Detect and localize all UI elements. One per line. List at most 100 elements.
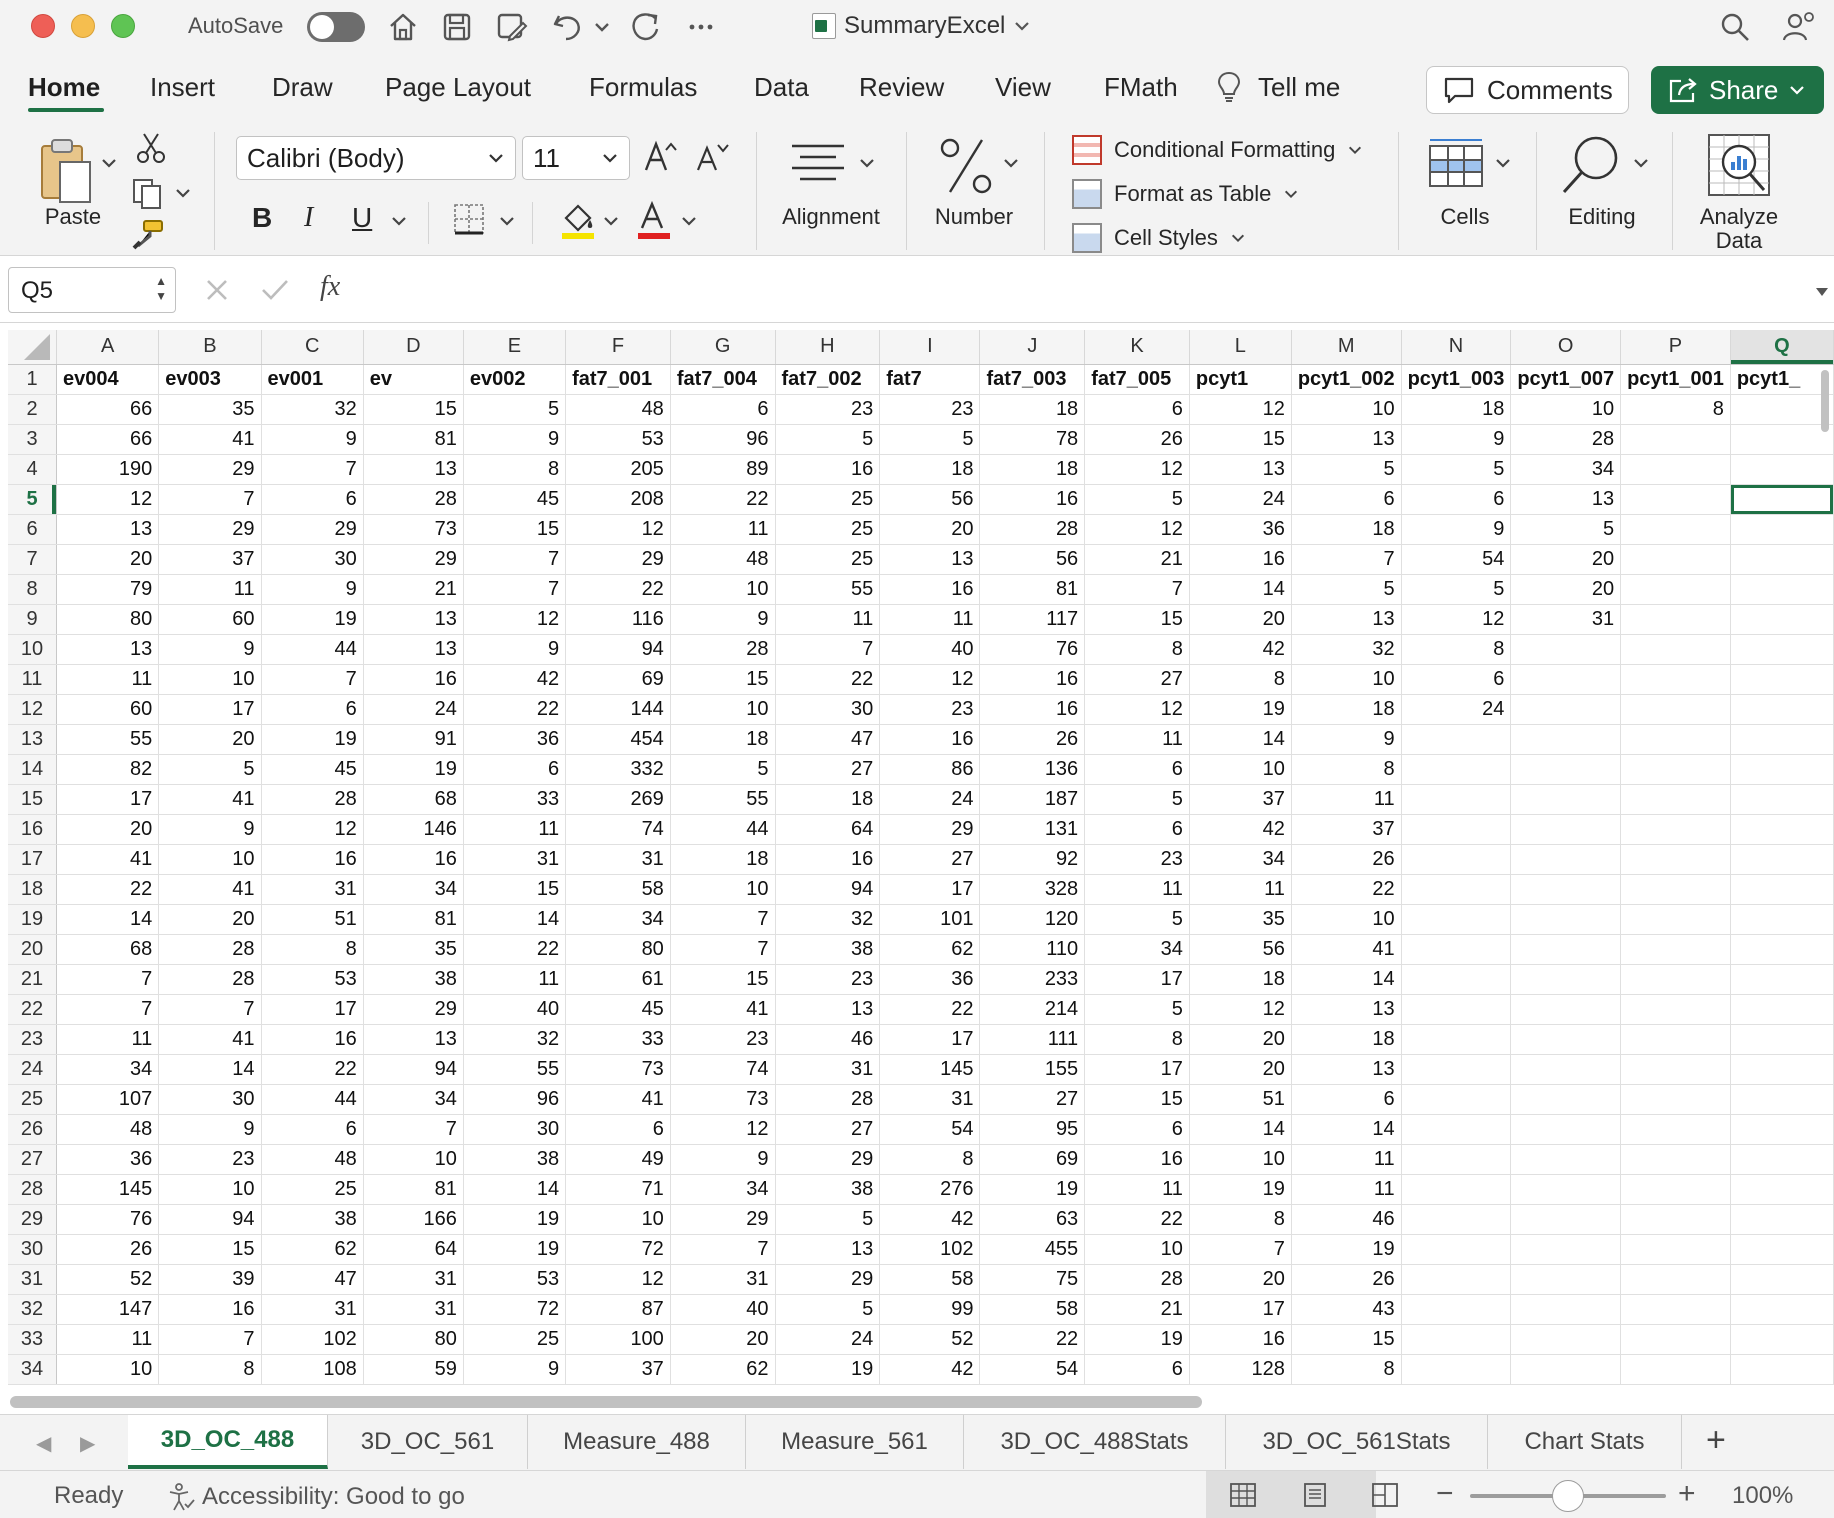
cell[interactable]: 8 — [1291, 1354, 1402, 1385]
cell[interactable]: pcyt1_007 — [1510, 364, 1622, 395]
cell[interactable]: 11 — [1291, 784, 1402, 815]
cell[interactable]: 94 — [158, 1204, 262, 1235]
cell[interactable]: 28 — [158, 934, 262, 965]
name-box[interactable]: Q5 ▲ ▼ — [8, 267, 176, 313]
cell[interactable]: 13 — [363, 1024, 464, 1055]
cell[interactable] — [1620, 574, 1731, 605]
cell[interactable] — [1510, 724, 1622, 755]
cell[interactable]: 11 — [56, 1324, 160, 1355]
cell[interactable]: 14 — [56, 904, 160, 935]
page-layout-view-icon[interactable] — [1302, 1483, 1328, 1507]
cell[interactable]: 28 — [775, 1084, 881, 1115]
cell[interactable]: 94 — [363, 1054, 464, 1085]
cell[interactable]: 31 — [363, 1264, 464, 1295]
cell[interactable] — [1620, 784, 1731, 815]
row-header[interactable]: 8 — [8, 574, 57, 605]
cell[interactable]: 29 — [363, 544, 464, 575]
cell[interactable]: 58 — [565, 874, 671, 905]
cell[interactable]: 24 — [1401, 694, 1512, 725]
cell[interactable]: pcyt1_001 — [1620, 364, 1731, 395]
tab-review[interactable]: Review — [859, 72, 944, 103]
underline-chevron-down-icon[interactable] — [390, 212, 408, 230]
cell[interactable]: 15 — [1189, 424, 1292, 455]
cell[interactable]: 116 — [565, 604, 671, 635]
cell[interactable]: 12 — [879, 664, 981, 695]
cell[interactable]: 20 — [1189, 604, 1292, 635]
cell[interactable]: 29 — [261, 514, 364, 545]
cell[interactable]: 27 — [775, 1114, 881, 1145]
cell[interactable]: 28 — [158, 964, 262, 995]
cell[interactable]: 54 — [979, 1354, 1086, 1385]
row-header[interactable]: 4 — [8, 454, 57, 485]
cell[interactable]: 19 — [261, 604, 364, 635]
italic-button[interactable]: I — [304, 202, 313, 234]
cell[interactable]: 6 — [1084, 1114, 1190, 1145]
cell[interactable] — [1620, 1174, 1731, 1205]
cell[interactable]: 8 — [1401, 634, 1512, 665]
column-header-o[interactable]: O — [1510, 330, 1622, 365]
cell[interactable]: 22 — [463, 694, 567, 725]
cell[interactable]: 8 — [261, 934, 364, 965]
cell[interactable]: 25 — [775, 514, 881, 545]
row-header[interactable]: 23 — [8, 1024, 57, 1055]
sheet-tab-measure-561[interactable]: Measure_561 — [746, 1415, 964, 1469]
cell[interactable]: 30 — [158, 1084, 262, 1115]
cell[interactable]: 20 — [1189, 1264, 1292, 1295]
cell[interactable]: 10 — [56, 1354, 160, 1385]
cell[interactable]: 99 — [879, 1294, 981, 1325]
cell[interactable]: 102 — [879, 1234, 981, 1265]
cell[interactable]: 13 — [363, 634, 464, 665]
cell[interactable] — [1401, 934, 1512, 965]
comments-button[interactable]: Comments — [1426, 66, 1629, 114]
cell[interactable]: 10 — [363, 1144, 464, 1175]
insert-function-button[interactable]: fx — [320, 271, 340, 303]
cell[interactable]: fat7_001 — [565, 364, 671, 395]
cell[interactable]: 29 — [565, 544, 671, 575]
cell[interactable]: 17 — [261, 994, 364, 1025]
cell[interactable]: 46 — [775, 1024, 881, 1055]
cell[interactable] — [1510, 1144, 1622, 1175]
cell[interactable]: 22 — [463, 934, 567, 965]
cell[interactable]: 23 — [879, 694, 981, 725]
cell[interactable]: 56 — [879, 484, 981, 515]
cell[interactable]: 48 — [261, 1144, 364, 1175]
sheet-tab-3d-oc-561stats[interactable]: 3D_OC_561Stats — [1226, 1415, 1488, 1469]
cell[interactable]: 16 — [261, 1024, 364, 1055]
cell[interactable]: 27 — [775, 754, 881, 785]
cell[interactable]: 41 — [670, 994, 776, 1025]
cell[interactable]: 47 — [261, 1264, 364, 1295]
cell[interactable]: 79 — [56, 574, 160, 605]
cell[interactable]: 45 — [463, 484, 567, 515]
cell[interactable]: 30 — [261, 544, 364, 575]
cell[interactable]: 11 — [879, 604, 981, 635]
cell[interactable]: 73 — [565, 1054, 671, 1085]
number-chevron-down-icon[interactable] — [1002, 154, 1020, 172]
cell[interactable]: 68 — [56, 934, 160, 965]
cell[interactable]: 31 — [363, 1294, 464, 1325]
cell[interactable] — [1510, 664, 1622, 695]
cell[interactable]: 16 — [775, 454, 881, 485]
sheet-tab-3d-oc-488stats[interactable]: 3D_OC_488Stats — [964, 1415, 1226, 1469]
confirm-entry-icon[interactable] — [260, 277, 290, 303]
cell[interactable]: 26 — [1084, 424, 1190, 455]
cell[interactable]: 22 — [565, 574, 671, 605]
cell[interactable]: 9 — [158, 1114, 262, 1145]
cell[interactable]: 11 — [1189, 874, 1292, 905]
cell[interactable] — [1620, 634, 1731, 665]
cell[interactable]: 13 — [1291, 1054, 1402, 1085]
cell[interactable]: 19 — [463, 1234, 567, 1265]
cell[interactable] — [1620, 1264, 1731, 1295]
cell[interactable] — [1401, 1354, 1512, 1385]
borders-chevron-down-icon[interactable] — [498, 212, 516, 230]
cell[interactable]: 75 — [979, 1264, 1086, 1295]
cell[interactable]: 16 — [879, 724, 981, 755]
tab-view[interactable]: View — [995, 72, 1051, 103]
cell[interactable]: 69 — [565, 664, 671, 695]
cell[interactable]: 89 — [670, 454, 776, 485]
cell[interactable]: 11 — [775, 604, 881, 635]
cell[interactable]: 17 — [1189, 1294, 1292, 1325]
cell[interactable]: 96 — [463, 1084, 567, 1115]
cell[interactable] — [1510, 964, 1622, 995]
cell[interactable]: 18 — [1401, 394, 1512, 425]
cell[interactable]: 7 — [261, 454, 364, 485]
